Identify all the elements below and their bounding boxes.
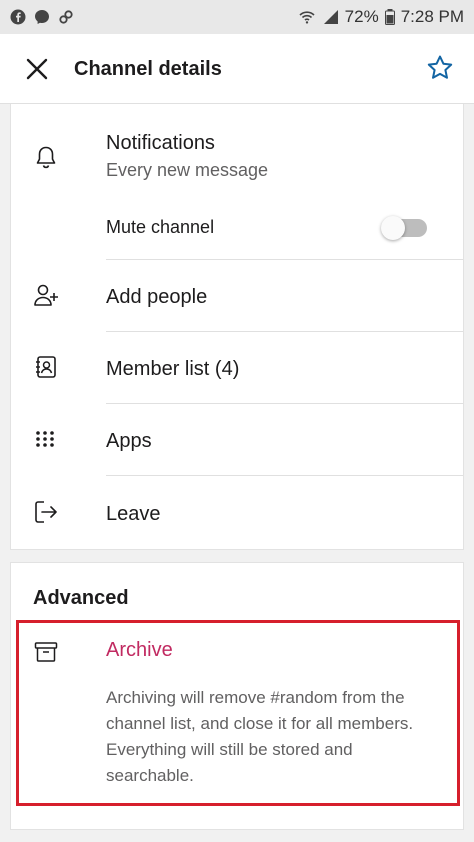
apps-row[interactable]: Apps	[11, 404, 463, 475]
status-right-info: 72% 7:28 PM	[297, 7, 464, 27]
archive-description: Archiving will remove #random from the c…	[106, 688, 414, 785]
archive-box-icon	[34, 642, 58, 662]
leave-label: Leave	[106, 503, 161, 525]
status-time: 7:28 PM	[400, 7, 464, 26]
member-list-icon	[36, 356, 56, 378]
battery-percent: 72%	[344, 7, 379, 26]
add-person-icon	[34, 284, 58, 306]
signal-icon	[323, 10, 338, 24]
star-icon[interactable]	[426, 54, 454, 82]
messenger-icon	[35, 10, 49, 24]
archive-button[interactable]: Archive	[106, 639, 173, 662]
battery-icon	[384, 9, 395, 25]
member-list-label: Member list (4)	[106, 358, 240, 380]
leave-row[interactable]: Leave	[11, 476, 463, 550]
page-title: Channel details	[74, 58, 222, 80]
apps-label: Apps	[106, 430, 152, 452]
notifications-label: Notifications	[106, 132, 215, 154]
channel-settings-card: Notifications Every new message Mute cha…	[10, 104, 464, 550]
close-icon[interactable]	[24, 56, 50, 82]
status-bar: 72% 7:28 PM	[0, 0, 474, 34]
notifications-value: Every new message	[106, 160, 269, 180]
add-people-row[interactable]: Add people	[11, 260, 463, 331]
add-people-label: Add people	[106, 286, 208, 308]
leave-icon	[35, 501, 57, 523]
toggle-knob	[381, 216, 405, 240]
bell-icon	[36, 146, 56, 169]
notifications-row[interactable]: Notifications Every new message Mute cha…	[11, 104, 463, 249]
app-bar: Channel details	[0, 34, 474, 104]
status-left-icons	[10, 9, 74, 25]
advanced-section-title: Advanced	[33, 587, 129, 609]
advanced-card: Advanced Archive Archiving will remove #…	[10, 562, 464, 830]
mute-channel-label: Mute channel	[106, 217, 215, 237]
wifi-icon	[299, 11, 315, 24]
apps-grid-icon	[36, 431, 54, 447]
member-list-row[interactable]: Member list (4)	[11, 332, 463, 403]
link-icon	[59, 10, 73, 24]
mute-channel-toggle[interactable]	[381, 216, 427, 240]
facebook-icon	[10, 9, 26, 25]
